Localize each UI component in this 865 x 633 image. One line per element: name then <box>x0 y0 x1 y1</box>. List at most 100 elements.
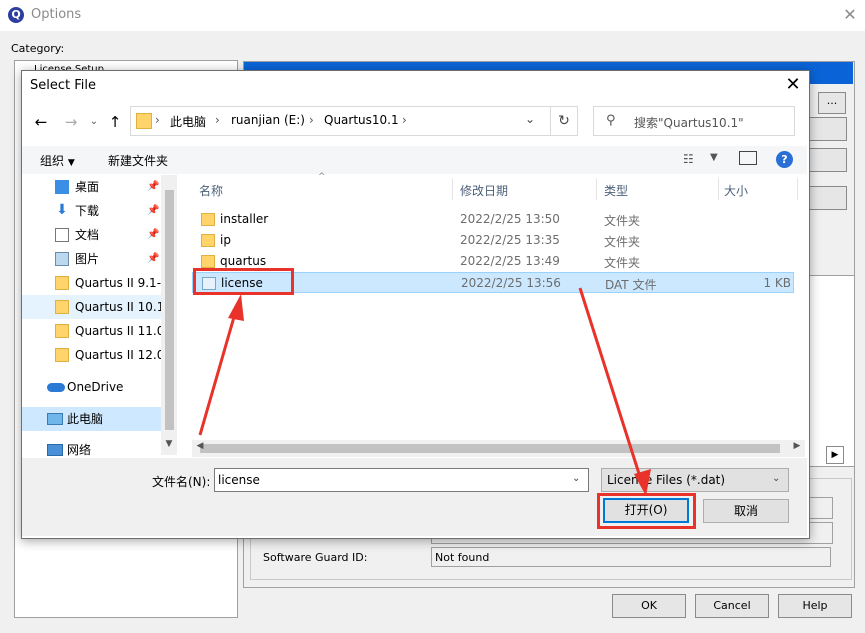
file-date: 2022/2/25 13:35 <box>460 233 560 247</box>
organize-label: 组织 <box>40 154 65 168</box>
nav-item-label: OneDrive <box>67 380 124 394</box>
chevron-down-icon[interactable]: ⌄ <box>772 473 780 484</box>
file-type-select[interactable]: License Files (*.dat) <box>601 468 789 492</box>
options-side-button[interactable] <box>805 186 847 210</box>
back-arrow-icon[interactable]: ← <box>32 113 50 131</box>
options-cancel-button[interactable]: Cancel <box>695 594 769 618</box>
column-header-type[interactable]: 类型 <box>604 182 628 199</box>
horizontal-scrollbar-thumb[interactable] <box>200 444 780 453</box>
column-divider[interactable] <box>596 178 597 200</box>
options-side-button[interactable] <box>805 148 847 172</box>
address-dropdown-icon[interactable]: ⌄ <box>522 112 538 126</box>
nav-item-quartus-10-1[interactable]: Quartus II 10.1 <box>22 295 161 319</box>
browse-button[interactable]: ... <box>818 92 846 114</box>
category-label: Category: <box>11 42 65 55</box>
preview-pane-icon[interactable] <box>739 151 757 165</box>
dialog-title: Select File <box>30 78 96 93</box>
file-type: DAT 文件 <box>605 278 657 292</box>
annotation-box-open <box>597 493 696 529</box>
ok-button[interactable]: OK <box>612 594 686 618</box>
file-date: 2022/2/25 13:56 <box>461 276 561 290</box>
breadcrumb-item[interactable]: Quartus10.1 <box>324 113 399 127</box>
nav-item-label: Quartus II 10.1 <box>75 300 161 314</box>
chevron-right-icon: › <box>155 113 160 127</box>
nav-item-onedrive[interactable]: OneDrive <box>22 375 161 399</box>
file-type: 文件夹 <box>604 256 641 270</box>
column-header-date[interactable]: 修改日期 <box>460 182 508 199</box>
download-icon: ⬇ <box>56 202 68 218</box>
chevron-down-icon[interactable]: ▼ <box>710 152 718 163</box>
nav-item-documents[interactable]: 文档 📌 <box>22 223 161 247</box>
nav-item-quartus-9-1[interactable]: Quartus II 9.1-64 <box>22 271 161 295</box>
file-type: 文件夹 <box>604 214 641 228</box>
scroll-left-icon[interactable]: ◀ <box>192 441 208 451</box>
chevron-down-icon[interactable]: ⌄ <box>572 473 580 484</box>
nav-item-desktop[interactable]: 桌面 📌 <box>22 175 161 199</box>
refresh-icon[interactable]: ↻ <box>550 106 578 136</box>
computer-icon <box>47 413 63 425</box>
recent-dropdown-icon[interactable]: ⌄ <box>85 113 103 131</box>
pin-icon: 📌 <box>147 253 160 264</box>
nav-scrollbar-thumb[interactable] <box>165 190 174 430</box>
options-close-icon[interactable]: ✕ <box>840 4 860 26</box>
folder-icon <box>201 234 215 247</box>
cancel-button[interactable]: 取消 <box>703 499 789 523</box>
file-row[interactable]: installer 2022/2/25 13:50 文件夹 <box>192 209 794 230</box>
help-icon[interactable]: ? <box>776 151 793 168</box>
help-button[interactable]: Help <box>778 594 852 618</box>
column-header-name[interactable]: 名称 <box>199 182 223 199</box>
folder-icon <box>201 213 215 226</box>
software-guard-value: Not found <box>431 547 831 567</box>
scroll-down-icon[interactable]: ▼ <box>161 439 177 449</box>
annotation-box-license <box>193 268 294 295</box>
software-guard-label: Software Guard ID: <box>263 551 368 564</box>
nav-item-pictures[interactable]: 图片 📌 <box>22 247 161 271</box>
options-title-bar <box>0 0 865 31</box>
dialog-close-icon[interactable]: ✕ <box>782 74 804 96</box>
options-list[interactable] <box>805 275 855 467</box>
options-side-button[interactable] <box>805 117 847 141</box>
view-options-icon[interactable]: ☷ <box>683 152 694 166</box>
options-window-title: Options <box>31 7 82 22</box>
nav-item-quartus-12-0[interactable]: Quartus II 12.0 <box>22 343 161 367</box>
folder-icon <box>55 276 69 290</box>
nav-item-label: Quartus II 12.0 <box>75 348 161 362</box>
document-icon <box>55 228 69 242</box>
nav-item-label: Quartus II 11.0 <box>75 324 161 338</box>
file-name: installer <box>220 212 269 226</box>
organize-menu[interactable]: 组织 ▼ <box>40 152 75 169</box>
nav-item-downloads[interactable]: ⬇ 下载 📌 <box>22 199 161 223</box>
file-row[interactable]: ip 2022/2/25 13:35 文件夹 <box>192 230 794 251</box>
chevron-right-icon: › <box>402 113 407 127</box>
filename-label: 文件名(N): <box>152 475 211 489</box>
column-divider[interactable] <box>718 178 719 200</box>
file-name: quartus <box>220 254 267 268</box>
column-divider[interactable] <box>452 178 453 200</box>
file-size: 1 KB <box>763 276 791 290</box>
breadcrumb-item[interactable]: ruanjian (E:) <box>231 113 305 127</box>
folder-icon <box>55 324 69 338</box>
breadcrumb-item[interactable]: 此电脑 <box>170 113 206 130</box>
pin-icon: 📌 <box>147 181 160 192</box>
nav-item-this-pc[interactable]: 此电脑 <box>22 407 161 431</box>
search-placeholder: 搜索"Quartus10.1" <box>634 116 744 130</box>
up-arrow-icon[interactable]: ↑ <box>106 113 124 131</box>
chevron-right-icon: › <box>309 113 314 127</box>
folder-icon <box>55 348 69 362</box>
forward-arrow-icon[interactable]: → <box>62 113 80 131</box>
search-icon: ⚲ <box>606 113 616 128</box>
cloud-icon <box>47 383 65 392</box>
chevron-right-icon: › <box>215 113 220 127</box>
new-folder-button[interactable]: 新建文件夹 <box>108 152 168 169</box>
column-header-size[interactable]: 大小 <box>724 182 748 199</box>
folder-icon <box>201 255 215 268</box>
folder-icon <box>55 300 69 314</box>
filename-input[interactable]: license <box>214 468 589 492</box>
desktop-icon <box>55 180 69 194</box>
scroll-right-icon[interactable]: ▶ <box>789 441 805 451</box>
scroll-right-icon[interactable]: ▶ <box>826 446 844 464</box>
quartus-app-icon: Q <box>8 7 24 23</box>
nav-item-quartus-11-0[interactable]: Quartus II 11.0 <box>22 319 161 343</box>
pin-icon: 📌 <box>147 205 160 216</box>
column-divider[interactable] <box>797 178 798 200</box>
